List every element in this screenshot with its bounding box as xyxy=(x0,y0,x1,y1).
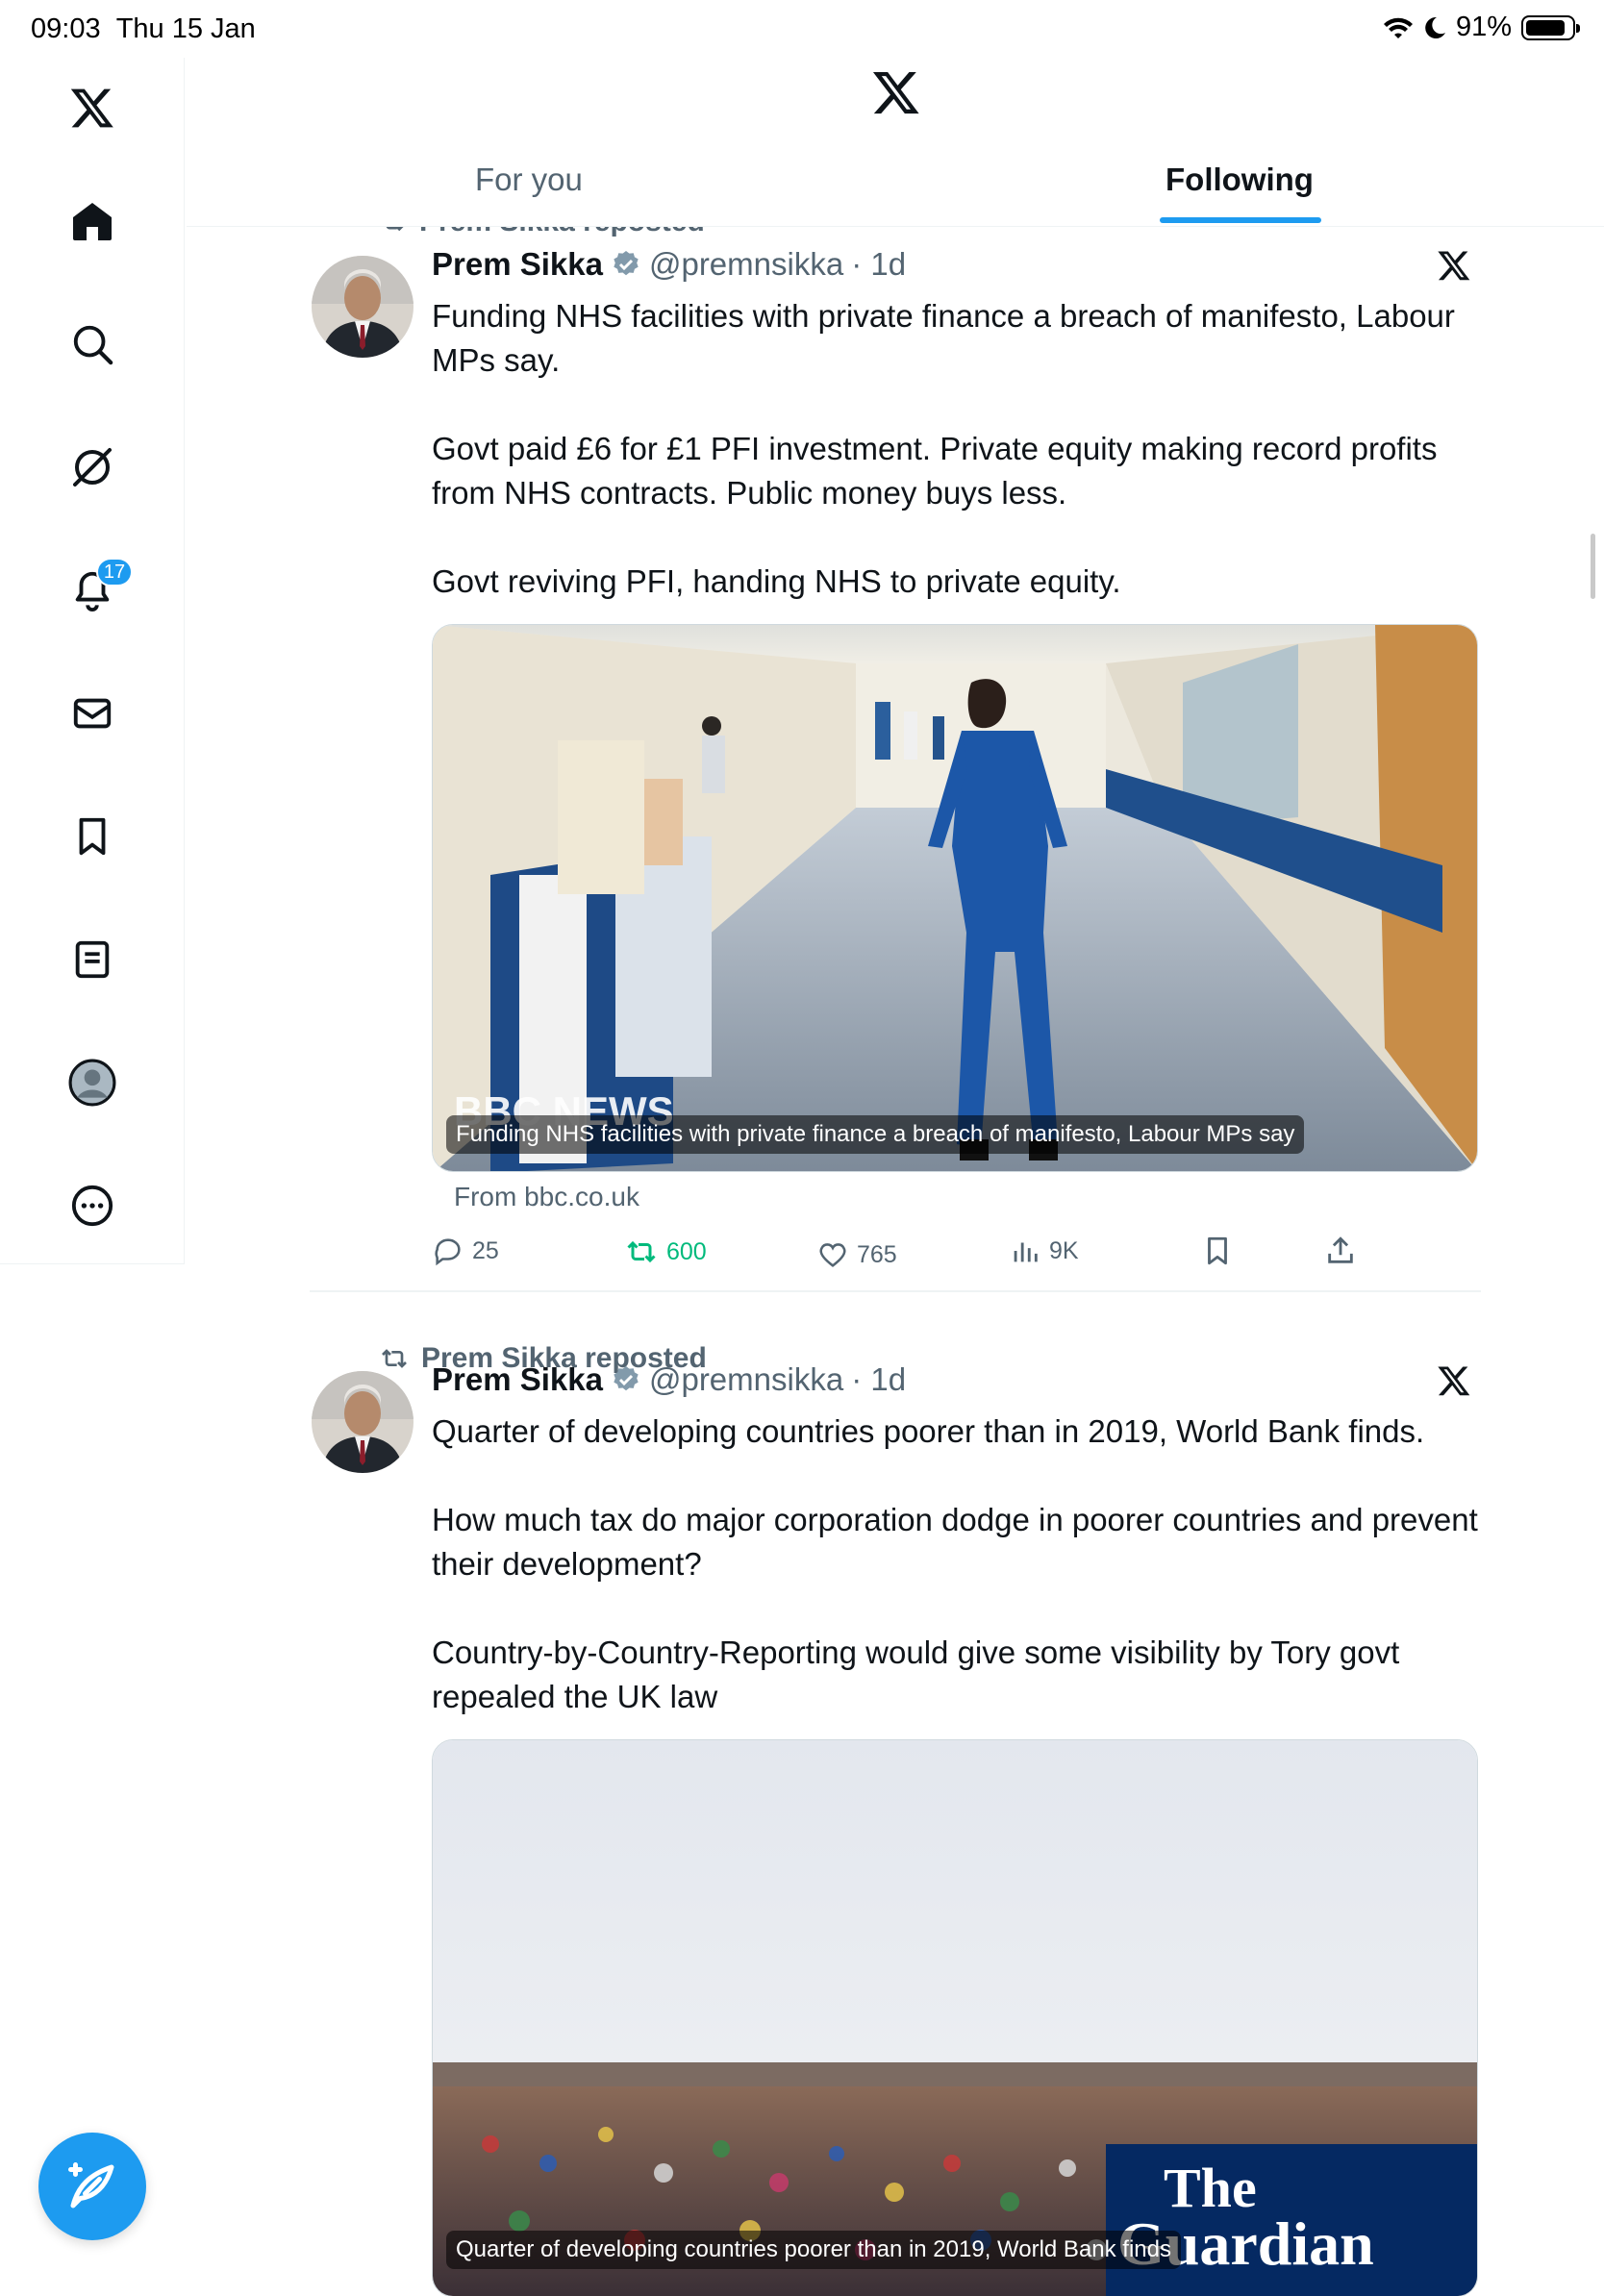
sidebar-item-explore[interactable] xyxy=(54,306,131,383)
sidebar-item-profile[interactable] xyxy=(54,1044,131,1121)
bookmark-icon xyxy=(79,817,106,856)
search-icon xyxy=(73,325,113,365)
author-name[interactable]: Prem Sikka xyxy=(432,246,603,283)
tweet-paragraph: Country-by-Country-Reporting would give … xyxy=(432,1635,1400,1714)
card-caption: Quarter of developing countries poorer t… xyxy=(446,2231,1181,2269)
card-source[interactable]: From bbc.co.uk xyxy=(454,1182,639,1212)
timeline-feed: Prem Sikka reposted Prem Sikka @premnsik… xyxy=(187,227,1604,2296)
author-name[interactable]: Prem Sikka xyxy=(432,1361,603,1398)
avatar[interactable] xyxy=(312,256,414,358)
heart-icon xyxy=(819,1243,846,1267)
tweet-paragraph: Govt paid £6 for £1 PFI investment. Priv… xyxy=(432,431,1438,511)
link-card-image[interactable]: The Guardian Quarter of developing count… xyxy=(432,1739,1478,2296)
tweet-time[interactable]: · 1d xyxy=(851,1361,906,1398)
timeline-header: For you Following xyxy=(187,58,1604,227)
bookmark-button[interactable] xyxy=(1201,1235,1234,1267)
sidebar-item-lists[interactable] xyxy=(54,921,131,998)
grok-icon xyxy=(73,448,112,487)
tweet-header: Prem Sikka @premnsikka · 1d xyxy=(432,246,906,283)
retweet-icon xyxy=(627,1240,656,1263)
link-card-image[interactable]: BBC NEWS Funding NHS facilities with pri… xyxy=(432,624,1478,1172)
tweet-paragraph: Govt reviving PFI, handing NHS to privat… xyxy=(432,563,1121,599)
author-handle[interactable]: @premnsikka xyxy=(649,246,843,283)
share-button[interactable] xyxy=(1324,1235,1357,1267)
more-icon xyxy=(71,1185,113,1227)
status-indicators: 91% xyxy=(1383,12,1580,43)
header-x-logo-icon[interactable] xyxy=(871,67,921,122)
mail-icon xyxy=(73,698,112,729)
sidebar-item-grok[interactable] xyxy=(54,429,131,506)
tweet-text: Quarter of developing countries poorer t… xyxy=(432,1410,1499,1719)
tab-following[interactable]: Following xyxy=(1165,162,1314,198)
moon-icon xyxy=(1425,16,1445,38)
repost-count: 600 xyxy=(666,1237,707,1265)
x-badge-icon xyxy=(1437,1363,1471,1403)
wifi-icon xyxy=(1383,17,1413,38)
sidebar-item-more[interactable] xyxy=(54,1167,131,1244)
active-tab-indicator xyxy=(1160,217,1321,223)
battery-icon xyxy=(1521,14,1580,40)
tweet-time[interactable]: · 1d xyxy=(851,246,906,283)
sidebar-item-bookmarks[interactable] xyxy=(54,798,131,875)
tweet-paragraph: How much tax do major corporation dodge … xyxy=(432,1502,1478,1582)
repost-indicator: Prem Sikka reposted xyxy=(379,227,705,238)
sidebar-item-home[interactable] xyxy=(54,183,131,260)
retweet-icon xyxy=(386,227,404,232)
views-icon xyxy=(1014,1242,1038,1262)
status-clock: 09:03 xyxy=(31,13,101,44)
author-handle[interactable]: @premnsikka xyxy=(649,1361,843,1398)
market-crowd-image: The Guardian xyxy=(433,1740,1477,2296)
status-bar: 09:03 Thu 15 Jan 91% xyxy=(0,0,1604,58)
x-logo-icon[interactable] xyxy=(54,69,131,146)
avatar-icon xyxy=(68,1059,116,1107)
retweet-icon xyxy=(382,1349,407,1368)
like-button[interactable]: 765 xyxy=(816,1238,897,1271)
tweet-paragraph: Funding NHS facilities with private fina… xyxy=(432,298,1455,378)
like-count: 765 xyxy=(857,1240,897,1268)
verified-badge-icon xyxy=(614,251,639,276)
avatar[interactable] xyxy=(312,1371,414,1473)
bookmark-icon xyxy=(1208,1236,1227,1265)
sidebar: 17 xyxy=(0,58,185,1264)
compose-icon xyxy=(68,2162,114,2209)
tweet-header: Prem Sikka @premnsikka · 1d xyxy=(432,1361,906,1398)
views-count: 9K xyxy=(1049,1236,1079,1264)
reply-button[interactable]: 25 xyxy=(432,1235,499,1267)
tweet-actions: 25 600 765 9K xyxy=(432,1235,1566,1283)
tweet-divider xyxy=(310,1290,1481,1292)
status-date: Thu 15 Jan xyxy=(115,13,256,44)
tab-for-you[interactable]: For you xyxy=(475,162,583,198)
x-badge-icon xyxy=(1437,248,1471,287)
sidebar-item-messages[interactable] xyxy=(54,675,131,752)
sidebar-item-notifications[interactable]: 17 xyxy=(54,552,133,629)
reply-count: 25 xyxy=(472,1236,499,1264)
views-button[interactable]: 9K xyxy=(1009,1235,1079,1267)
share-icon xyxy=(1328,1236,1353,1263)
battery-percent: 91% xyxy=(1455,12,1512,42)
status-time: 09:03 Thu 15 Jan xyxy=(31,13,256,45)
card-caption: Funding NHS facilities with private fina… xyxy=(446,1115,1305,1154)
home-icon xyxy=(73,203,112,240)
repost-label: Prem Sikka reposted xyxy=(419,227,705,238)
tweet-text: Funding NHS facilities with private fina… xyxy=(432,294,1499,604)
repost-button[interactable]: 600 xyxy=(624,1235,707,1269)
notification-badge: 17 xyxy=(96,558,133,586)
list-icon xyxy=(75,940,110,979)
verified-badge-icon xyxy=(614,1366,639,1391)
tweet-paragraph: Quarter of developing countries poorer t… xyxy=(432,1413,1425,1449)
compose-button[interactable] xyxy=(38,2133,146,2240)
hospital-corridor-image: BBC NEWS xyxy=(433,625,1477,1171)
reply-icon xyxy=(435,1238,461,1266)
